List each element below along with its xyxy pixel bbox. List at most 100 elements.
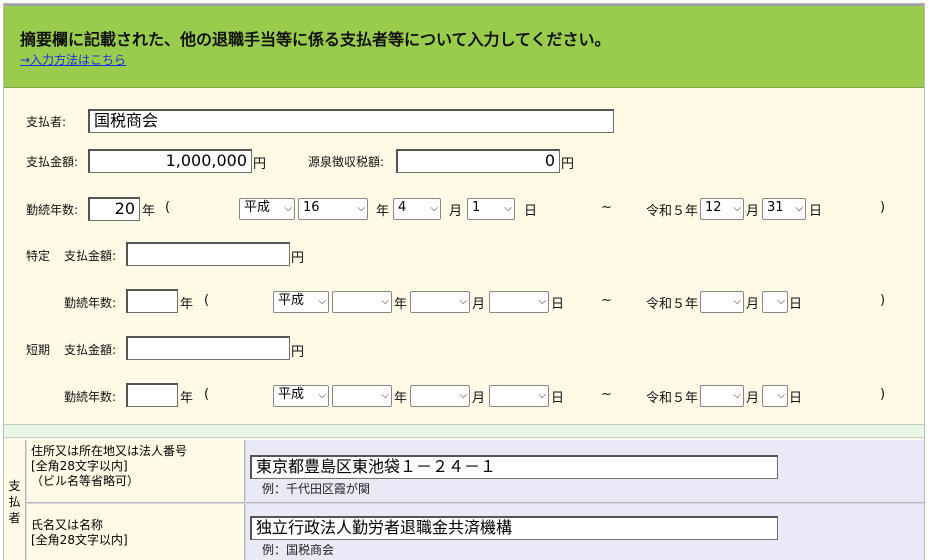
- payer-label: 支払者:: [26, 115, 67, 129]
- paren-close: ): [880, 200, 886, 215]
- chevron-down-icon: ⌵: [284, 203, 292, 214]
- short-service-label: 勤続年数:: [64, 390, 117, 404]
- withholding-tax-label: 源泉徴収税額:: [308, 155, 385, 169]
- address-input[interactable]: 東京都豊島区東池袋１－２４－１: [250, 455, 778, 479]
- year-unit: 年: [394, 297, 408, 312]
- month-unit: 月: [449, 204, 463, 219]
- year-unit: 年: [394, 391, 408, 406]
- chevron-down-icon: ⌵: [357, 203, 365, 214]
- short-era-select[interactable]: 平成 ⌵: [273, 385, 329, 407]
- short-amount-label: 支払金額:: [64, 343, 117, 357]
- short-start-year-select[interactable]: ⌵: [332, 385, 392, 407]
- service-years-input[interactable]: 20: [88, 197, 140, 221]
- tilde-separator: ~: [601, 387, 612, 402]
- specific-era-select[interactable]: 平成 ⌵: [273, 291, 329, 313]
- chevron-down-icon: ⌵: [318, 390, 326, 401]
- name-hint: 例：国税商会: [262, 543, 335, 557]
- section-divider: [4, 424, 924, 438]
- year-unit: 年: [142, 204, 156, 219]
- address-label-cell: 住所又は所在地又は法人番号 [全角28文字以内] （ビル名等省略可）: [27, 440, 245, 503]
- paren-close: ): [880, 387, 886, 402]
- specific-amount-label: 支払金額:: [64, 249, 117, 263]
- start-year-select[interactable]: 16 ⌵: [298, 198, 368, 220]
- chevron-down-icon: ⌵: [538, 296, 546, 307]
- start-day-select[interactable]: 1 ⌵: [467, 198, 515, 220]
- short-end-month-select[interactable]: ⌵: [700, 385, 744, 407]
- name-label-cell: 氏名又は名称 [全角28文字以内]: [27, 504, 245, 560]
- yen-unit: 円: [291, 251, 305, 266]
- month-unit: 月: [746, 297, 760, 312]
- paren-open: (: [204, 293, 210, 308]
- specific-end-month-select[interactable]: ⌵: [700, 291, 744, 313]
- chevron-down-icon: ⌵: [459, 296, 467, 307]
- chevron-down-icon: ⌵: [795, 203, 803, 214]
- yen-unit: 円: [253, 157, 267, 172]
- payer-input[interactable]: 国税商会: [88, 109, 614, 133]
- short-amount-input[interactable]: [126, 336, 290, 360]
- short-end-day-select[interactable]: ⌵: [762, 385, 788, 407]
- chevron-down-icon: ⌵: [733, 296, 741, 307]
- name-input[interactable]: 独立行政法人勤労者退職金共済機構: [250, 516, 778, 540]
- day-unit: 日: [789, 297, 803, 312]
- instruction-header: 摘要欄に記載された、他の退職手当等に係る支払者等について入力してください。 →入…: [4, 6, 924, 88]
- tilde-separator: ~: [601, 293, 612, 308]
- year-unit: 年: [180, 391, 194, 406]
- month-unit: 月: [472, 297, 486, 312]
- paren-open: (: [165, 200, 171, 215]
- specific-service-label: 勤続年数:: [64, 296, 117, 310]
- month-unit: 月: [746, 204, 760, 219]
- withholding-tax-input[interactable]: 0: [396, 149, 560, 173]
- paren-open: (: [204, 387, 210, 402]
- instruction-title: 摘要欄に記載された、他の退職手当等に係る支払者等について入力してください。: [20, 30, 611, 49]
- day-unit: 日: [551, 297, 565, 312]
- payment-amount-label: 支払金額:: [26, 155, 79, 169]
- payer-info-table: 支 払 者 住所又は所在地又は法人番号 [全角28文字以内] （ビル名等省略可）…: [4, 440, 924, 560]
- specific-end-day-select[interactable]: ⌵: [762, 291, 788, 313]
- short-start-month-select[interactable]: ⌵: [410, 385, 470, 407]
- month-unit: 月: [472, 391, 486, 406]
- short-start-day-select[interactable]: ⌵: [489, 385, 549, 407]
- end-era-year: 令和５年: [646, 391, 699, 406]
- address-value-cell: 東京都豊島区東池袋１－２４－１ 例：千代田区霞が関: [246, 440, 924, 503]
- short-years-input[interactable]: [126, 383, 178, 407]
- year-unit: 年: [180, 297, 194, 312]
- chevron-down-icon: ⌵: [318, 296, 326, 307]
- chevron-down-icon: ⌵: [381, 390, 389, 401]
- chevron-down-icon: ⌵: [733, 203, 741, 214]
- specific-amount-input[interactable]: [126, 242, 290, 266]
- year-unit: 年: [376, 204, 390, 219]
- day-unit: 日: [551, 391, 565, 406]
- end-month-select[interactable]: 12 ⌵: [700, 198, 744, 220]
- chevron-down-icon: ⌵: [777, 296, 785, 307]
- specific-start-day-select[interactable]: ⌵: [489, 291, 549, 313]
- short-section-label: 短期: [26, 343, 51, 357]
- day-unit: 日: [524, 204, 538, 219]
- yen-unit: 円: [561, 157, 575, 172]
- chevron-down-icon: ⌵: [459, 390, 467, 401]
- tilde-separator: ~: [601, 200, 612, 215]
- specific-years-input[interactable]: [126, 289, 178, 313]
- end-day-select[interactable]: 31 ⌵: [762, 198, 806, 220]
- day-unit: 日: [809, 204, 823, 219]
- paren-close: ): [880, 293, 886, 308]
- specific-start-month-select[interactable]: ⌵: [410, 291, 470, 313]
- input-method-link[interactable]: →入力方法はこちら: [20, 51, 126, 68]
- chevron-down-icon: ⌵: [504, 203, 512, 214]
- chevron-down-icon: ⌵: [381, 296, 389, 307]
- form-frame: 摘要欄に記載された、他の退職手当等に係る支払者等について入力してください。 →入…: [3, 3, 925, 560]
- chevron-down-icon: ⌵: [538, 390, 546, 401]
- start-era-select[interactable]: 平成 ⌵: [239, 198, 295, 220]
- yen-unit: 円: [291, 345, 305, 360]
- day-unit: 日: [789, 391, 803, 406]
- chevron-down-icon: ⌵: [733, 390, 741, 401]
- payer-side-label: 支 払 者: [4, 440, 26, 560]
- start-month-select[interactable]: 4 ⌵: [393, 198, 441, 220]
- payment-amount-input[interactable]: 1,000,000: [88, 149, 252, 173]
- address-hint: 例：千代田区霞が関: [262, 482, 371, 496]
- service-years-label: 勤続年数:: [26, 203, 79, 217]
- chevron-down-icon: ⌵: [430, 203, 438, 214]
- specific-start-year-select[interactable]: ⌵: [332, 291, 392, 313]
- chevron-down-icon: ⌵: [777, 390, 785, 401]
- month-unit: 月: [746, 391, 760, 406]
- end-era-year: 令和５年: [646, 204, 699, 219]
